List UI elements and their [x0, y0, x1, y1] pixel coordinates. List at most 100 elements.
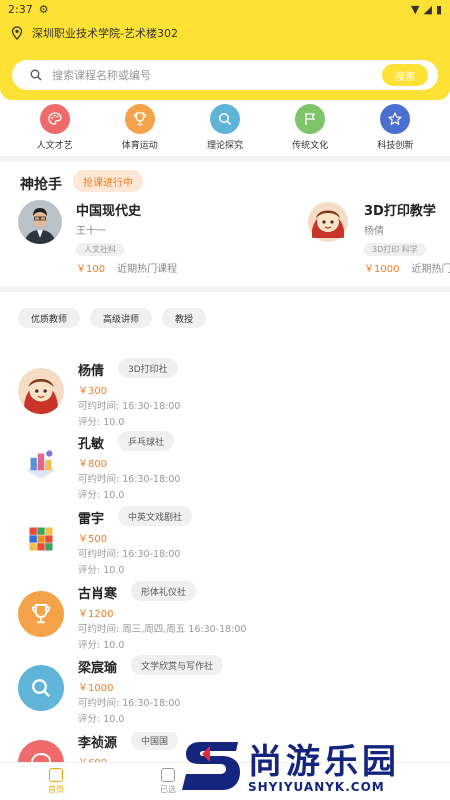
teacher-club: 形体礼仪社 [131, 581, 197, 601]
category-nav: 人文才艺 体育运动 理论探究 传统文化 科技创新 [0, 104, 450, 156]
category-label: 科技创新 [377, 141, 414, 151]
section-divider [0, 286, 450, 292]
flag-icon [295, 104, 326, 134]
category-humanities[interactable]: 人文才艺 [20, 104, 90, 156]
watermark-url: SHYIYUANYK.COM [248, 780, 385, 794]
teacher-rating: 评分: 10.0 [78, 714, 125, 725]
course-tag: 人文社科 [76, 243, 124, 256]
course-note: 近期热门课程 [411, 264, 450, 275]
star-icon [380, 104, 411, 134]
teacher-list-item[interactable]: 孔敏 乒乓球社 ￥800 可约时间: 16:30-18:00 评分: 10.0 [0, 431, 450, 509]
rubik-cube-avatar [18, 516, 64, 562]
teacher-name: 古肖寒 [78, 587, 118, 602]
teacher-club: 中国国 [131, 732, 179, 750]
watermark: 尚游乐园 SHYIYUANYK.COM [180, 732, 450, 800]
course-tag: 3D打印 科学 [364, 243, 426, 256]
course-teacher: 王十一 [76, 226, 106, 237]
watermark-logo [182, 742, 240, 790]
teacher-list-item[interactable]: 梁宸瑜 文学欣赏与写作社 ￥1000 可约时间: 16:30-18:00 评分:… [0, 655, 450, 733]
course-title: 3D打印教学 [364, 204, 436, 219]
available-time: 可约时间: 16:30-18:00 [78, 474, 181, 485]
teacher-list-item[interactable]: 古肖寒 形体礼仪社 ￥1200 可约时间: 周三,周四,周五 16:30-18:… [0, 581, 450, 659]
flash-course-card[interactable]: 3D打印教学 杨倩 3D打印 科学 ￥1000 近期热门课程 [306, 200, 450, 275]
isometric-avatar [18, 441, 64, 487]
teacher-price: ￥800 [78, 459, 108, 470]
teacher-name: 雷宇 [78, 512, 105, 527]
category-tradition[interactable]: 传统文化 [275, 104, 345, 156]
filter-chip[interactable]: 优质教师 [18, 308, 81, 328]
course-note: 近期热门课程 [117, 264, 178, 275]
teacher-price: ￥1200 [78, 609, 114, 620]
teacher-price: ￥300 [78, 386, 108, 397]
settings-status-icon: ⚙ [38, 2, 49, 16]
category-sports[interactable]: 体育运动 [105, 104, 175, 156]
search-button[interactable]: 搜索 [382, 64, 428, 86]
search-icon [30, 69, 42, 81]
teacher-price: ￥1000 [78, 683, 114, 694]
teacher-name: 梁宸瑜 [78, 661, 118, 676]
teacher-price: ￥600 [78, 754, 107, 762]
teacher-filter-bar: 优质教师 高级讲师 教授 [18, 308, 207, 328]
clipboard-icon [161, 768, 175, 782]
teacher-club: 中英文戏剧社 [118, 506, 193, 526]
category-label: 理论探究 [206, 141, 243, 151]
category-label: 传统文化 [292, 141, 329, 151]
available-time: 可约时间: 周三,周四,周五 16:30-18:00 [78, 624, 247, 635]
trophy-icon [18, 591, 64, 637]
trophy-icon [124, 104, 155, 134]
battery-icon: ▮ [435, 2, 442, 16]
section-divider [0, 156, 450, 162]
nav-label: 首页 [48, 785, 64, 794]
search-icon [209, 104, 240, 134]
status-bar: 2:37 ⚙ ▼ ◢ ▮ [0, 0, 450, 18]
location-text: 深圳职业技术学院-艺术楼302 [32, 27, 178, 40]
teacher-rating: 评分: 10.0 [78, 565, 125, 576]
course-price: ￥1000 [364, 264, 400, 275]
flash-sale-badge[interactable]: 抢课进行中 [73, 170, 143, 192]
category-technology[interactable]: 科技创新 [360, 104, 430, 156]
flash-sale-title: 神抢手 [20, 177, 62, 193]
teacher-club: 3D打印社 [118, 358, 178, 378]
nav-home[interactable]: 首页 [0, 763, 112, 800]
available-time: 可约时间: 16:30-18:00 [78, 549, 181, 560]
wifi-icon: ▼ [411, 2, 420, 16]
filter-chip[interactable]: 高级讲师 [90, 308, 153, 328]
cartoon-avatar [306, 200, 350, 244]
location-pin-icon [11, 26, 23, 40]
nav-label: 已选 [160, 785, 176, 794]
home-icon [49, 768, 63, 782]
category-label: 人文才艺 [36, 141, 73, 151]
teacher-price: ￥500 [78, 534, 108, 545]
watermark-text: 尚游乐园 [248, 742, 400, 782]
search-input[interactable]: 搜索课程名称或编号 搜索 [12, 60, 438, 90]
teacher-name: 杨倩 [78, 364, 105, 379]
category-label: 体育运动 [121, 141, 158, 151]
teacher-photo [18, 200, 62, 244]
teacher-club: 乒乓球社 [118, 431, 175, 451]
search-area: 搜索课程名称或编号 搜索 [0, 48, 450, 100]
teacher-club: 文学欣赏与写作社 [131, 655, 224, 675]
search-icon [18, 665, 64, 711]
category-theory[interactable]: 理论探究 [190, 104, 260, 156]
course-price: ￥100 [76, 264, 106, 275]
location-bar[interactable]: 深圳职业技术学院-艺术楼302 [0, 18, 450, 48]
course-teacher: 杨倩 [364, 226, 384, 237]
palette-icon [18, 740, 64, 762]
filter-chip[interactable]: 教授 [162, 308, 207, 328]
teacher-list-item[interactable]: 雷宇 中英文戏剧社 ￥500 可约时间: 16:30-18:00 评分: 10.… [0, 506, 450, 584]
teacher-rating: 评分: 10.0 [78, 640, 125, 651]
signal-icon: ◢ [423, 2, 432, 16]
search-placeholder: 搜索课程名称或编号 [52, 69, 151, 82]
available-time: 可约时间: 16:30-18:00 [78, 401, 181, 412]
teacher-list-item[interactable]: 杨倩 3D打印社 ￥300 可约时间: 16:30-18:00 评分: 10.0 [0, 358, 450, 436]
course-title: 中国现代史 [76, 204, 142, 219]
palette-icon [39, 104, 70, 134]
status-time: 2:37 [8, 2, 33, 16]
teacher-name: 李祯源 [78, 736, 118, 751]
teacher-rating: 评分: 10.0 [78, 417, 125, 428]
available-time: 可约时间: 16:30-18:00 [78, 698, 181, 709]
cartoon-avatar [18, 368, 64, 414]
teacher-rating: 评分: 10.0 [78, 490, 125, 501]
teacher-name: 孔敏 [78, 437, 105, 452]
flash-course-card[interactable]: 中国现代史 王十一 人文社科 ￥100 近期热门课程 [18, 200, 177, 275]
